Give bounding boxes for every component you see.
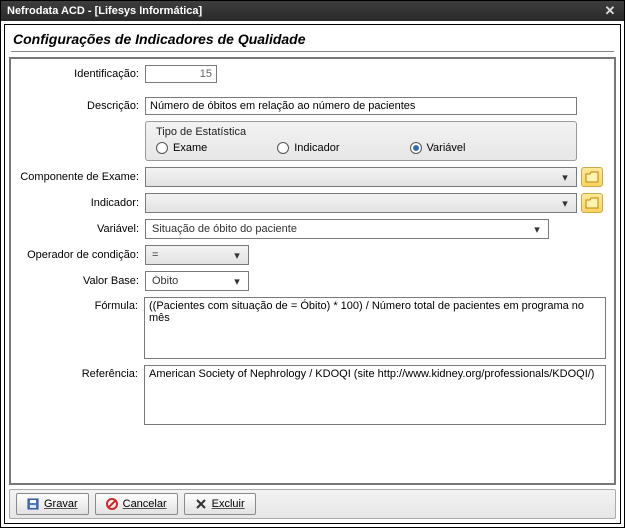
referencia-field[interactable]	[144, 365, 606, 425]
label-variavel: Variável:	[19, 223, 145, 235]
chevron-down-icon: ▾	[558, 197, 572, 210]
label-referencia: Referência:	[19, 365, 144, 380]
identificacao-field	[145, 65, 217, 83]
gravar-label: Gravar	[44, 498, 78, 510]
delete-icon	[195, 498, 207, 510]
cancel-icon	[106, 498, 118, 510]
componente-exame-browse-button[interactable]	[581, 167, 603, 187]
indicador-combo[interactable]: ▾	[145, 193, 577, 213]
valor-base-value: Óbito	[152, 275, 178, 287]
variavel-combo[interactable]: Situação de óbito do paciente ▾	[145, 219, 549, 239]
label-identificacao: Identificação:	[19, 68, 145, 80]
radio-variavel[interactable]: Variável	[410, 142, 466, 154]
window: Nefrodata ACD - [Lifesys Informática] ✕ …	[0, 0, 625, 528]
chevron-down-icon: ▾	[558, 171, 572, 184]
label-indicador: Indicador:	[19, 197, 145, 209]
folder-icon	[585, 197, 599, 209]
radio-icon	[156, 142, 168, 154]
radio-exame[interactable]: Exame	[156, 142, 207, 154]
cancelar-label: Cancelar	[123, 498, 167, 510]
chevron-down-icon: ▾	[530, 223, 544, 236]
radio-exame-label: Exame	[173, 142, 207, 154]
folder-icon	[585, 171, 599, 183]
form-content: Identificação: Descrição: Tipo de Estatí…	[9, 57, 616, 485]
label-valor-base: Valor Base:	[19, 275, 145, 287]
radio-variavel-label: Variável	[427, 142, 466, 154]
operador-combo[interactable]: = ▾	[145, 245, 249, 265]
panel-title: Configurações de Indicadores de Qualidad…	[5, 25, 620, 51]
tipo-estatistica-legend: Tipo de Estatística	[156, 126, 566, 138]
radio-indicador-label: Indicador	[294, 142, 339, 154]
save-icon	[27, 498, 39, 510]
label-componente-exame: Componente de Exame:	[19, 171, 145, 183]
radio-icon	[410, 142, 422, 154]
formula-field[interactable]	[144, 297, 606, 359]
chevron-down-icon: ▾	[230, 275, 244, 288]
client-area: Configurações de Indicadores de Qualidad…	[4, 24, 621, 524]
chevron-down-icon: ▾	[230, 249, 244, 262]
excluir-button[interactable]: Excluir	[184, 493, 256, 515]
cancelar-button[interactable]: Cancelar	[95, 493, 178, 515]
componente-exame-combo[interactable]: ▾	[145, 167, 577, 187]
divider	[11, 51, 614, 52]
titlebar: Nefrodata ACD - [Lifesys Informática] ✕	[1, 1, 624, 21]
excluir-label: Excluir	[212, 498, 245, 510]
window-title: Nefrodata ACD - [Lifesys Informática]	[7, 5, 602, 17]
label-operador-condicao: Operador de condição:	[19, 249, 145, 261]
operador-value: =	[152, 249, 158, 261]
radio-indicador[interactable]: Indicador	[277, 142, 339, 154]
variavel-value: Situação de óbito do paciente	[152, 223, 297, 235]
radio-icon	[277, 142, 289, 154]
valor-base-combo[interactable]: Óbito ▾	[145, 271, 249, 291]
label-descricao: Descrição:	[19, 100, 145, 112]
descricao-field[interactable]	[145, 97, 577, 115]
tipo-estatistica-group: Tipo de Estatística Exame Indicador	[145, 121, 577, 161]
close-icon[interactable]: ✕	[602, 3, 618, 19]
label-formula: Fórmula:	[19, 297, 144, 312]
indicador-browse-button[interactable]	[581, 193, 603, 213]
gravar-button[interactable]: Gravar	[16, 493, 89, 515]
footer-toolbar: Gravar Cancelar Excluir	[9, 489, 616, 519]
